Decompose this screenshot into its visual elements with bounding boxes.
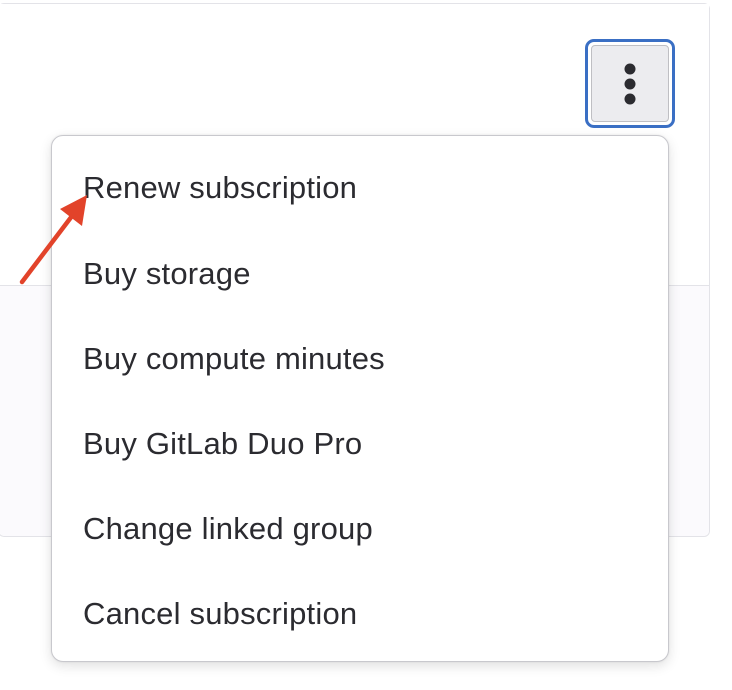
more-actions-vertical-icon [624, 63, 636, 104]
menu-item-buy-compute-minutes[interactable]: Buy compute minutes [52, 316, 668, 401]
more-actions-button[interactable] [585, 39, 675, 128]
menu-item-buy-storage[interactable]: Buy storage [52, 231, 668, 316]
menu-item-renew-subscription[interactable]: Renew subscription [52, 145, 668, 231]
menu-item-cancel-subscription[interactable]: Cancel subscription [52, 571, 668, 656]
menu-item-change-linked-group[interactable]: Change linked group [52, 486, 668, 571]
menu-item-buy-gitlab-duo-pro[interactable]: Buy GitLab Duo Pro [52, 401, 668, 486]
more-actions-button-face[interactable] [591, 45, 669, 122]
actions-dropdown-menu: Renew subscription Buy storage Buy compu… [51, 135, 669, 662]
